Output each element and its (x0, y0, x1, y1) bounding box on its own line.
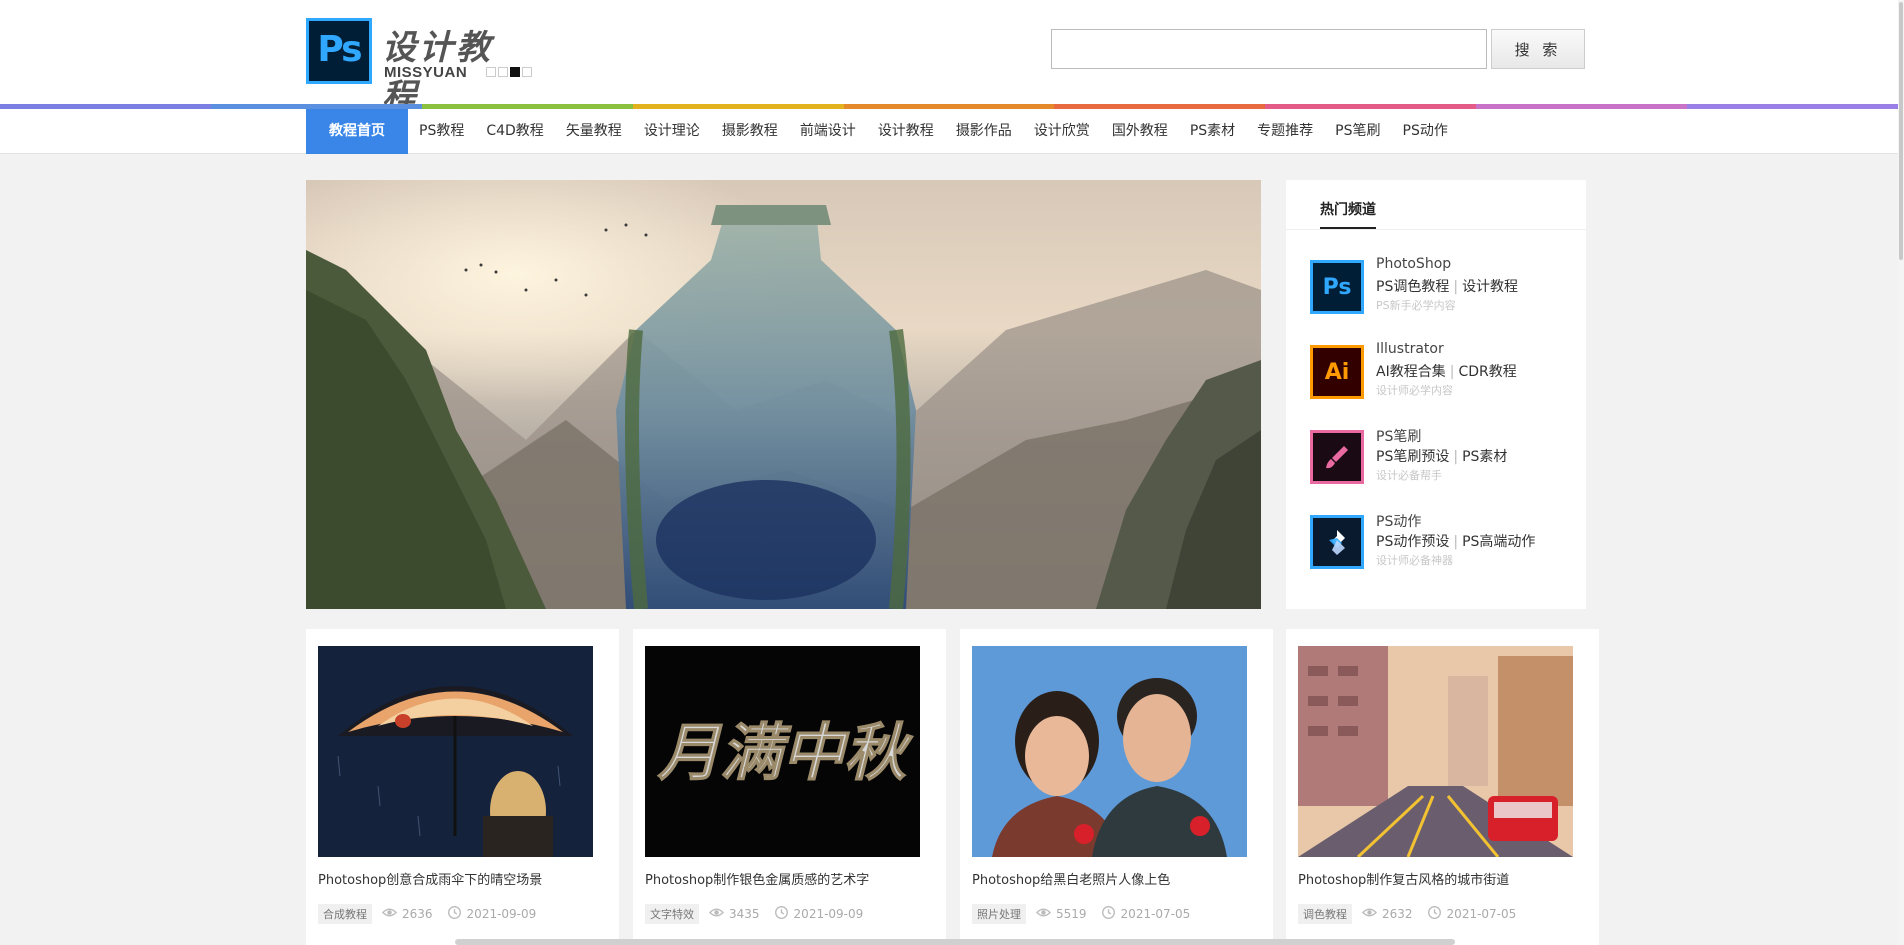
nav-item-3[interactable]: 矢量教程 (555, 109, 633, 154)
publish-date: 2021-07-05 (1120, 907, 1191, 921)
hot-channel-desc: 设计必备帮手 (1376, 469, 1442, 482)
hot-channel-link[interactable]: AI教程合集 (1376, 364, 1446, 380)
hot-channels-panel: 热门频道 Ps PhotoShop PS调色教程 | 设计教程 PS新手必学内容 Ai Ill… (1286, 180, 1586, 609)
view-count: 5519 (1056, 907, 1087, 921)
nav-item-14[interactable]: PS动作 (1392, 109, 1459, 154)
tab-hot-channels[interactable]: 热门频道 (1320, 199, 1376, 229)
hot-channel-link[interactable]: PS笔刷预设 (1376, 449, 1449, 465)
eye-icon (709, 905, 729, 923)
hot-channel-name[interactable]: Illustrator (1376, 341, 1444, 357)
article-meta: 文字特效 3435 2021-09-09 (645, 904, 863, 924)
view-count: 2636 (402, 907, 433, 921)
nav-item-8[interactable]: 摄影作品 (945, 109, 1023, 154)
photoshop-logo-icon: Ps (306, 18, 372, 84)
hot-channel-links: PS笔刷预设 | PS素材 (1376, 449, 1508, 465)
publish-date: 2021-09-09 (466, 907, 537, 921)
nav-item-7[interactable]: 设计教程 (867, 109, 945, 154)
nav-item-13[interactable]: PS笔刷 (1324, 109, 1391, 154)
nav-item-1[interactable]: PS教程 (408, 109, 475, 154)
eye-icon (1362, 905, 1382, 923)
brush-icon[interactable] (1310, 430, 1364, 484)
article-tag[interactable]: 调色教程 (1298, 904, 1352, 924)
hot-channel-item[interactable]: PS动作 PS动作预设 | PS高端动作 设计师必备神器 (1310, 511, 1570, 571)
nav-item-5[interactable]: 摄影教程 (711, 109, 789, 154)
article-tag[interactable]: 文字特效 (645, 904, 699, 924)
article-title[interactable]: Photoshop给黑白老照片人像上色 (972, 869, 1170, 888)
hot-channel-item[interactable]: Ai Illustrator AI教程合集 | CDR教程 设计师必学内容 (1310, 341, 1570, 401)
hero-banner[interactable] (306, 180, 1261, 609)
nav-item-2[interactable]: C4D教程 (475, 109, 554, 154)
main-nav: 教程首页 PS教程 C4D教程 矢量教程 设计理论 摄影教程 前端设计 设计教程 摄影作品 设计欣… (0, 109, 1898, 154)
article-thumbnail[interactable] (318, 646, 593, 857)
search-button[interactable]: 搜 索 (1491, 29, 1585, 69)
article-card[interactable]: 月满中秋 Photoshop制作银色金属质感的艺术字 文字特效 3435 2021-09… (633, 629, 946, 945)
article-title[interactable]: Photoshop制作复古风格的城市街道 (1298, 869, 1509, 888)
hot-channel-links: PS调色教程 | 设计教程 (1376, 279, 1519, 295)
site-logo[interactable]: Ps 设计教程 MISSYUAN (306, 18, 532, 117)
hot-channel-name[interactable]: PS笔刷 (1376, 426, 1421, 446)
article-title[interactable]: Photoshop创意合成雨伞下的晴空场景 (318, 869, 542, 888)
nav-item-12[interactable]: 专题推荐 (1246, 109, 1324, 154)
article-card[interactable]: Photoshop制作复古风格的城市街道 调色教程 2632 2021-07-05 (1286, 629, 1599, 945)
eye-icon (382, 905, 402, 923)
hot-channel-link[interactable]: CDR教程 (1458, 364, 1516, 380)
horizontal-scrollbar[interactable] (455, 939, 1455, 945)
illustrator-icon[interactable]: Ai (1310, 345, 1364, 399)
search-input[interactable] (1051, 29, 1487, 69)
clock-icon (1427, 905, 1447, 923)
hot-channel-item[interactable]: Ps PhotoShop PS调色教程 | 设计教程 PS新手必学内容 (1310, 256, 1570, 316)
hot-channel-link[interactable]: PS调色教程 (1376, 279, 1449, 295)
article-meta: 调色教程 2632 2021-07-05 (1298, 904, 1516, 924)
hot-channel-link[interactable]: PS动作预设 (1376, 534, 1449, 550)
hot-channel-desc: 设计师必备神器 (1376, 554, 1453, 567)
article-meta: 合成教程 2636 2021-09-09 (318, 904, 536, 924)
hot-channel-links: PS动作预设 | PS高端动作 (1376, 534, 1536, 550)
hot-channel-desc: 设计师必学内容 (1376, 384, 1453, 397)
site-header: Ps 设计教程 MISSYUAN 搜 索 (0, 0, 1904, 117)
publish-date: 2021-09-09 (793, 907, 864, 921)
hot-channel-item[interactable]: PS笔刷 PS笔刷预设 | PS素材 设计必备帮手 (1310, 426, 1570, 486)
publish-date: 2021-07-05 (1446, 907, 1517, 921)
hot-channels-tabs: 热门频道 (1286, 180, 1586, 230)
article-meta: 照片处理 5519 2021-07-05 (972, 904, 1190, 924)
nav-list: 教程首页 PS教程 C4D教程 矢量教程 设计理论 摄影教程 前端设计 设计教程 摄影作品 设计欣… (306, 109, 1459, 154)
vertical-scrollbar-thumb[interactable] (1899, 2, 1903, 260)
view-count: 3435 (729, 907, 760, 921)
nav-item-4[interactable]: 设计理论 (633, 109, 711, 154)
photoshop-icon[interactable]: Ps (1310, 260, 1364, 314)
logo-squares (486, 67, 532, 77)
hot-channel-desc: PS新手必学内容 (1376, 299, 1456, 312)
hot-channel-links: AI教程合集 | CDR教程 (1376, 364, 1517, 380)
article-tag[interactable]: 照片处理 (972, 904, 1026, 924)
clock-icon (1101, 905, 1121, 923)
article-title[interactable]: Photoshop制作银色金属质感的艺术字 (645, 869, 869, 888)
article-card[interactable]: Photoshop给黑白老照片人像上色 照片处理 5519 2021-07-05 (960, 629, 1273, 945)
logo-subtitle: MISSYUAN (384, 64, 468, 81)
article-card[interactable]: Photoshop创意合成雨伞下的晴空场景 合成教程 2636 2021-09-09 (306, 629, 619, 945)
eye-icon (1036, 905, 1056, 923)
action-icon[interactable] (1310, 515, 1364, 569)
hot-channel-link[interactable]: PS素材 (1462, 449, 1507, 465)
clock-icon (447, 905, 467, 923)
article-thumbnail[interactable] (1298, 646, 1573, 857)
nav-item-11[interactable]: PS素材 (1179, 109, 1246, 154)
nav-item-10[interactable]: 国外教程 (1101, 109, 1179, 154)
view-count: 2632 (1382, 907, 1413, 921)
nav-item-9[interactable]: 设计欣赏 (1023, 109, 1101, 154)
nav-item-0[interactable]: 教程首页 (306, 109, 408, 154)
article-tag[interactable]: 合成教程 (318, 904, 372, 924)
hero-banner-image (306, 180, 1261, 609)
hot-channel-link[interactable]: 设计教程 (1462, 279, 1518, 295)
nav-item-6[interactable]: 前端设计 (789, 109, 867, 154)
article-thumbnail[interactable]: 月满中秋 (645, 646, 920, 857)
hot-channel-name[interactable]: PS动作 (1376, 511, 1421, 531)
clock-icon (774, 905, 794, 923)
hot-channel-name[interactable]: PhotoShop (1376, 256, 1451, 272)
card-art-text: 月满中秋 (657, 716, 914, 789)
hot-channel-link[interactable]: PS高端动作 (1462, 534, 1535, 550)
article-thumbnail[interactable] (972, 646, 1247, 857)
